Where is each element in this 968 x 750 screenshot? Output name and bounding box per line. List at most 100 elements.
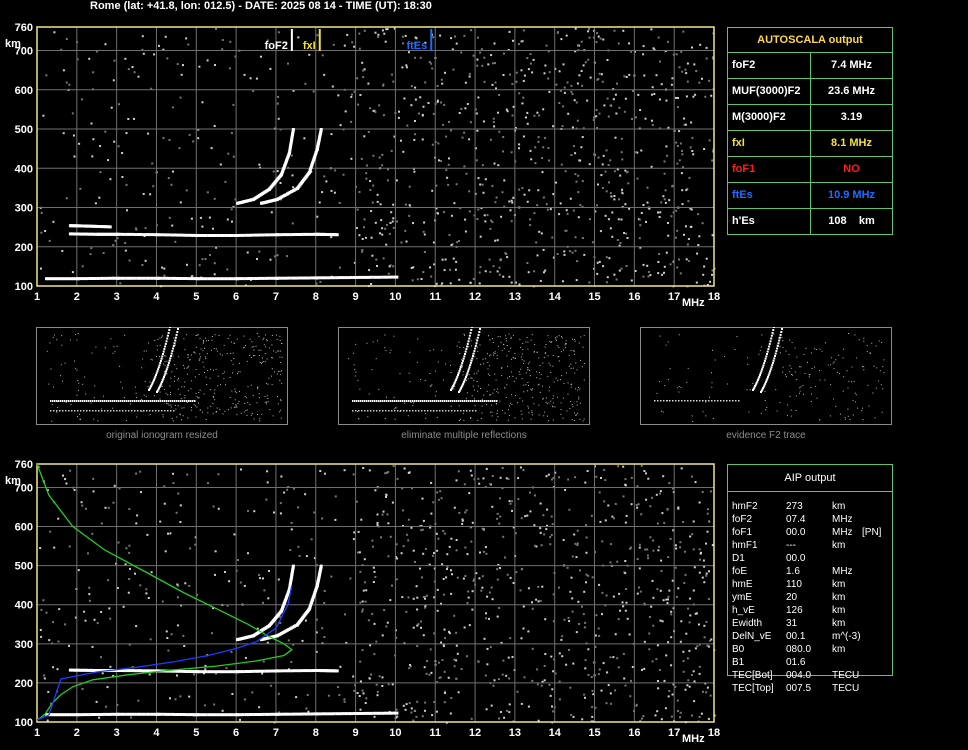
trace-point xyxy=(318,712,322,716)
thumb-noise xyxy=(260,349,262,351)
trace-point xyxy=(210,713,214,717)
thumb-noise xyxy=(230,360,232,362)
thumb-noise xyxy=(544,346,546,348)
aip-param-name: Ewidth xyxy=(732,618,763,629)
thumb-noise xyxy=(509,405,510,407)
thumb-noise xyxy=(574,340,576,342)
thumb-trace xyxy=(379,410,381,412)
thumb-noise xyxy=(156,349,158,351)
trace-point xyxy=(258,713,262,716)
thumb-noise xyxy=(523,384,525,386)
thumb-trace xyxy=(774,355,776,357)
trace-point xyxy=(173,713,177,716)
thumb-noise xyxy=(506,355,508,357)
thumb-trace xyxy=(89,410,91,412)
thumb-trace xyxy=(766,377,769,380)
thumb-trace xyxy=(355,410,357,412)
thumb-noise xyxy=(787,404,789,406)
thumb-noise xyxy=(811,368,813,369)
thumb-trace xyxy=(122,400,124,402)
thumb-noise xyxy=(93,397,95,399)
thumb-noise xyxy=(104,347,106,349)
trace-point xyxy=(253,713,257,716)
thumb-noise xyxy=(56,339,58,341)
thumb-trace xyxy=(137,410,139,412)
thumb-trace xyxy=(418,400,420,402)
thumb-noise xyxy=(481,412,483,414)
thumb-noise xyxy=(495,379,497,381)
thumb-noise xyxy=(354,368,356,370)
thumb-noise xyxy=(572,338,573,340)
thumb-noise xyxy=(472,385,474,387)
thumb-trace xyxy=(415,410,417,412)
thumb-trace xyxy=(356,400,358,402)
thumb-trace xyxy=(368,400,370,402)
thumb-noise xyxy=(230,407,232,409)
trace-point xyxy=(304,232,308,236)
x-tick-label: 10 xyxy=(389,727,401,739)
x-tick-label: 13 xyxy=(509,727,521,739)
trace-point xyxy=(298,669,302,673)
thumb-trace xyxy=(64,400,66,402)
thumb-trace xyxy=(392,400,394,402)
thumb-noise xyxy=(557,396,559,398)
thumb-noise xyxy=(669,368,671,370)
thumb-noise xyxy=(218,335,220,336)
thumb-noise xyxy=(796,356,798,358)
thumb-trace xyxy=(461,359,464,362)
thumb-noise xyxy=(276,373,278,375)
trace-point xyxy=(287,233,291,237)
thumb-noise xyxy=(517,402,519,404)
thumb-noise xyxy=(782,371,784,373)
trace-point xyxy=(227,234,231,237)
thumb-noise xyxy=(533,351,535,353)
thumb-trace xyxy=(98,410,100,412)
aip-param-value: 00.0 xyxy=(786,553,806,564)
thumb-trace xyxy=(132,400,134,402)
thumb-noise xyxy=(711,372,712,374)
thumb-noise xyxy=(458,341,460,343)
thumb-noise xyxy=(217,385,219,387)
thumb-noise xyxy=(724,355,725,357)
thumb-noise xyxy=(530,388,532,390)
thumb-trace xyxy=(165,370,168,373)
thumb-noise xyxy=(473,389,475,391)
thumb-noise xyxy=(529,361,531,363)
thumb-trace xyxy=(65,410,67,412)
thumb-noise xyxy=(835,405,837,407)
thumb-noise xyxy=(172,420,174,422)
trace-point xyxy=(270,233,274,237)
thumb-noise xyxy=(582,420,584,422)
autoscala-value: 7.4 MHz xyxy=(831,59,872,71)
thumb-noise xyxy=(491,415,493,417)
trace-point xyxy=(312,669,316,672)
thumb-noise xyxy=(149,414,151,416)
thumb-trace xyxy=(173,342,176,345)
thumb-noise xyxy=(468,346,469,348)
thumb-noise xyxy=(61,335,63,337)
thumb-noise xyxy=(94,385,96,387)
x-tick-label: 15 xyxy=(588,291,600,303)
thumb-noise xyxy=(161,385,163,387)
thumb-noise xyxy=(198,359,200,361)
thumb-trace xyxy=(440,400,442,402)
thumb-trace xyxy=(172,347,175,350)
thumb-noise xyxy=(57,406,59,408)
thumb-noise xyxy=(583,379,585,381)
thumb-noise xyxy=(501,366,503,368)
thumb-noise xyxy=(65,401,67,403)
thumb-noise xyxy=(510,336,512,338)
thumb-noise xyxy=(203,341,204,343)
trace-point xyxy=(384,711,387,715)
trace-point xyxy=(190,713,194,717)
trace-point xyxy=(310,712,314,716)
thumbnail-caption: original ionogram resized xyxy=(106,430,218,441)
thumb-trace xyxy=(442,410,444,412)
thumb-trace xyxy=(729,400,731,402)
thumb-noise xyxy=(263,337,265,339)
trace-point xyxy=(395,275,399,279)
thumb-trace xyxy=(72,400,74,402)
thumb-noise xyxy=(791,342,793,344)
thumb-noise xyxy=(445,363,447,365)
thumb-trace xyxy=(451,410,453,412)
